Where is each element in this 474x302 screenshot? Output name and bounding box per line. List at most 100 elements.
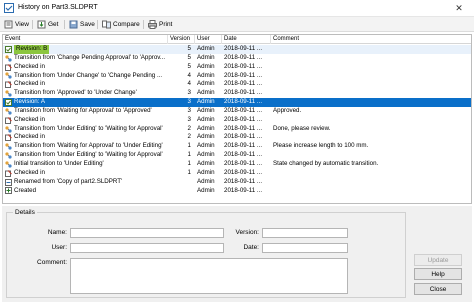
date-cell: 2018-09-11 ... <box>224 186 263 194</box>
print-icon <box>148 20 157 29</box>
transition-icon <box>5 108 12 115</box>
toolbar-separator <box>64 20 65 29</box>
user-cell: Admin <box>197 115 215 123</box>
event-cell: Transition from 'Under Editing' to 'Wait… <box>5 151 168 160</box>
user-cell: Admin <box>197 98 215 106</box>
get-icon <box>37 20 46 29</box>
date-field[interactable] <box>262 243 348 253</box>
version-cell: 2 <box>187 133 191 141</box>
user-cell: Admin <box>197 45 215 52</box>
date-cell: 2018-09-11 ... <box>224 168 263 176</box>
comment-field[interactable] <box>70 258 348 294</box>
history-row[interactable]: Checked in 5 Admin 2018-09-11 ... <box>3 63 471 72</box>
history-row[interactable]: Transition from 'Change Pending Approval… <box>3 54 471 63</box>
event-cell: Checked in <box>5 169 168 178</box>
date-cell: 2018-09-11 ... <box>224 106 263 114</box>
history-row[interactable]: Transition from 'Approved' to 'Under Cha… <box>3 89 471 98</box>
history-row[interactable]: Revision: A 3 Admin 2018-09-11 ... <box>3 98 471 107</box>
get-button[interactable]: Get <box>37 19 58 30</box>
user-cell: Admin <box>197 186 215 194</box>
date-cell: 2018-09-11 ... <box>224 45 263 52</box>
event-cell: Transition from 'Under Change' to 'Chang… <box>5 72 168 81</box>
column-header-version[interactable]: Version <box>168 35 195 44</box>
revision-icon <box>5 45 12 53</box>
version-field[interactable] <box>262 228 348 238</box>
save-button[interactable]: Save <box>69 19 95 30</box>
event-text: Revision: A <box>14 98 45 106</box>
history-row[interactable]: Checked in 1 Admin 2018-09-11 ... <box>3 169 471 178</box>
event-text: Transition from 'Change Pending Approval… <box>14 53 166 61</box>
version-cell: 2 <box>187 124 191 132</box>
name-label: Name: <box>47 229 67 236</box>
transition-icon <box>5 125 12 133</box>
version-cell: 5 <box>187 53 191 61</box>
comment-cell: State changed by automatic transition. <box>273 159 379 167</box>
comment-cell <box>273 98 469 107</box>
history-row[interactable]: Transition from 'Under Editing' to 'Wait… <box>3 151 471 160</box>
event-cell: Transition from 'Approved' to 'Under Cha… <box>5 89 168 98</box>
comment-cell <box>273 116 469 125</box>
history-row[interactable]: Initial transition to 'Under Editing' 1 Ad… <box>3 160 471 169</box>
event-text: Checked in <box>14 168 45 176</box>
name-field[interactable] <box>70 228 224 238</box>
event-cell: Checked in <box>5 63 168 72</box>
user-cell: Admin <box>197 53 215 61</box>
compare-button-label: Compare <box>113 21 140 28</box>
view-button[interactable]: View <box>4 19 29 30</box>
history-row[interactable]: Transition from 'Under Editing' to 'Wait… <box>3 125 471 134</box>
close-button[interactable]: Close <box>414 283 462 295</box>
user-cell: Admin <box>197 159 215 167</box>
history-row[interactable]: Checked in 2 Admin 2018-09-11 ... <box>3 133 471 142</box>
history-row[interactable]: Created Admin 2018-09-11 ... <box>3 187 471 196</box>
user-field[interactable] <box>70 243 224 253</box>
version-label: Version: <box>235 229 260 236</box>
checkin-icon <box>5 134 12 142</box>
history-row[interactable]: Transition from 'Waiting for Approval' t… <box>3 142 471 151</box>
history-list[interactable]: Event Version User Date Comment Revision… <box>2 34 472 204</box>
history-row[interactable]: Transition from 'Waiting for Approval' t… <box>3 107 471 116</box>
column-header-user[interactable]: User <box>195 35 222 44</box>
history-row[interactable]: Transition from 'Under Change' to 'Chang… <box>3 72 471 81</box>
comment-cell <box>273 178 469 187</box>
version-cell: 1 <box>187 159 191 167</box>
history-row[interactable]: Checked in 4 Admin 2018-09-11 ... <box>3 80 471 89</box>
date-cell: 2018-09-11 ... <box>224 133 263 141</box>
date-cell: 2018-09-11 ... <box>224 115 263 123</box>
compare-button[interactable]: Compare <box>102 19 140 30</box>
update-button[interactable]: Update <box>414 254 462 266</box>
details-panel: Details Name: Version: User: Date: Comme… <box>2 206 472 302</box>
version-cell <box>169 187 193 196</box>
revision-icon <box>5 98 12 106</box>
transition-icon <box>5 90 12 97</box>
event-cell: Initial transition to 'Under Editing' <box>5 160 168 169</box>
help-button[interactable]: Help <box>414 268 462 280</box>
column-header-date[interactable]: Date <box>222 35 271 44</box>
history-row[interactable]: Revision: B 5 Admin 2018-09-11 ... <box>3 45 471 54</box>
user-cell: Admin <box>197 124 215 132</box>
date-cell: 2018-09-11 ... <box>224 62 263 70</box>
column-header-comment[interactable]: Comment <box>271 35 471 44</box>
event-cell: Created <box>5 187 168 196</box>
version-cell: 1 <box>187 151 191 159</box>
window-close-button[interactable]: ✕ <box>444 0 474 17</box>
event-cell: Transition from 'Under Editing' to 'Wait… <box>5 125 168 134</box>
transition-icon <box>5 143 12 150</box>
history-row[interactable]: Checked in 3 Admin 2018-09-11 ... <box>3 116 471 125</box>
comment-cell <box>273 151 469 160</box>
print-button[interactable]: Print <box>148 19 172 30</box>
column-header-event[interactable]: Event <box>3 35 168 44</box>
view-button-label: View <box>15 21 29 28</box>
version-cell: 5 <box>187 62 191 70</box>
event-cell: Checked in <box>5 116 168 125</box>
checkin-icon <box>5 169 12 177</box>
comment-cell <box>273 45 469 54</box>
event-cell: Transition from 'Waiting for Approval' t… <box>5 142 168 151</box>
event-text: Checked in <box>14 133 45 141</box>
title-bar: History on Part3.SLDPRT ✕ <box>0 0 474 17</box>
date-cell: 2018-09-11 ... <box>224 98 263 106</box>
event-text: Transition from 'Waiting for Approval' t… <box>14 106 152 114</box>
history-row[interactable]: Renamed from 'Copy of part2.SLDPRT' Admin… <box>3 178 471 187</box>
details-group: Details Name: Version: User: Date: Comme… <box>6 209 406 298</box>
event-text: Transition from 'Under Editing' to 'Wait… <box>14 124 163 132</box>
details-group-label: Details <box>13 209 37 216</box>
